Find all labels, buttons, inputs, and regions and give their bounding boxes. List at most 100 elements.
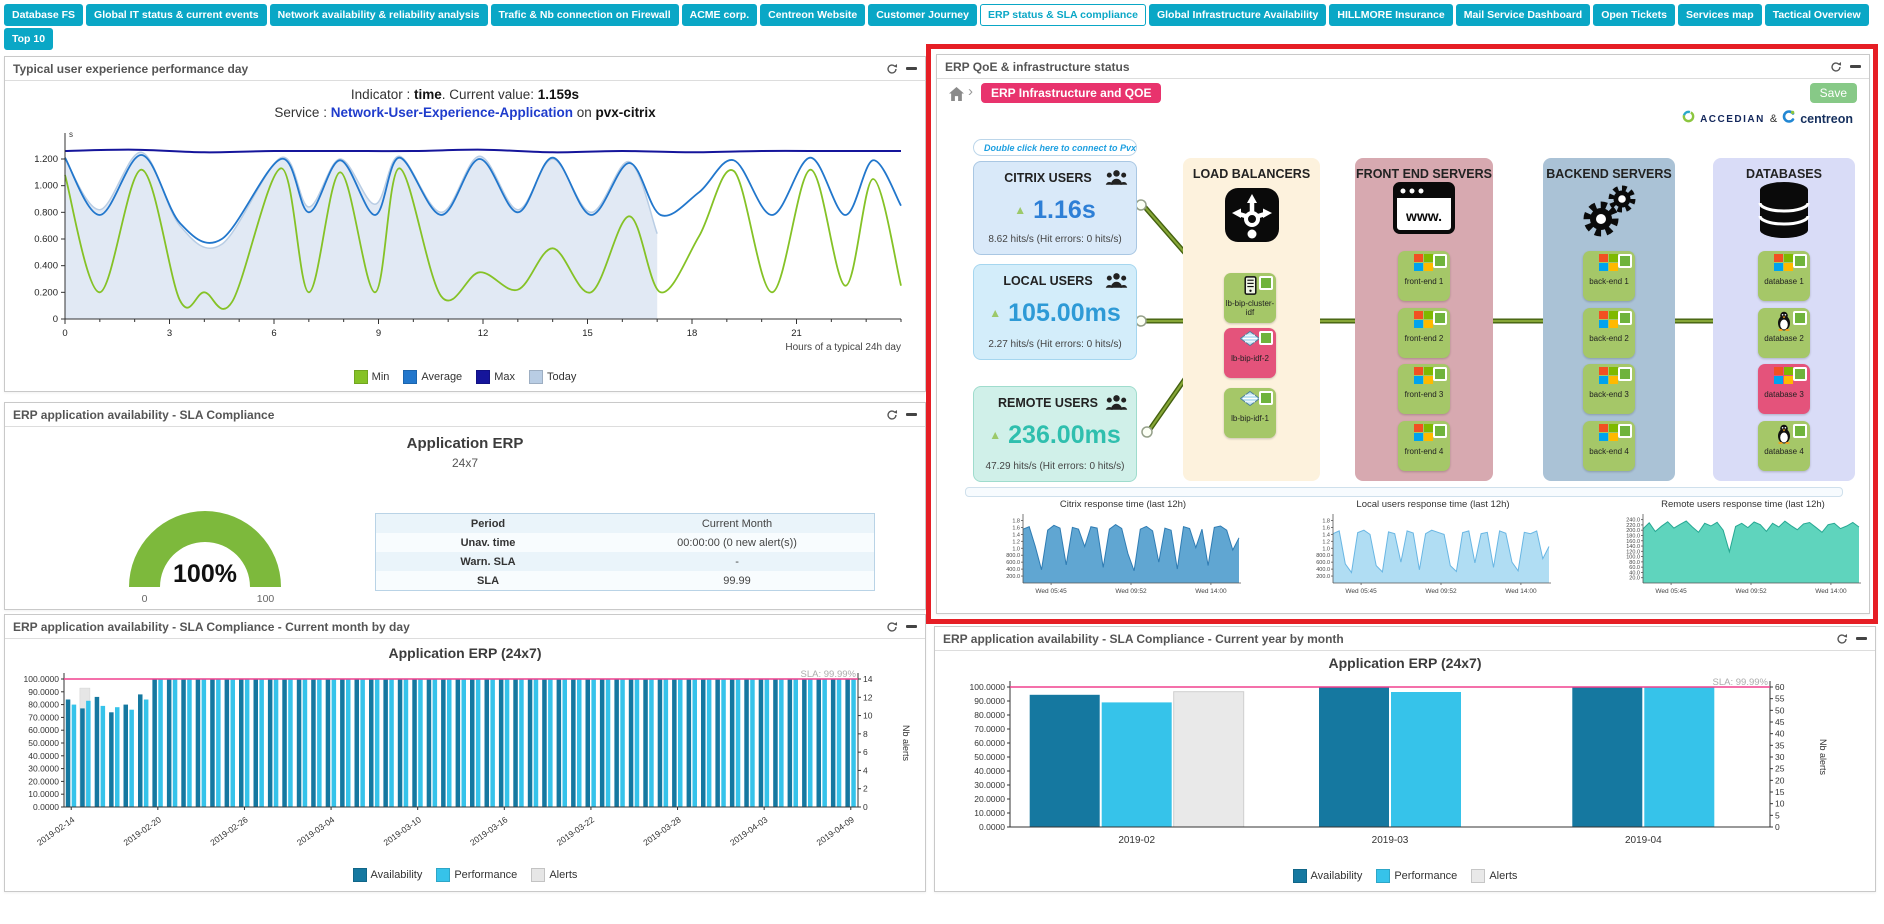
tab[interactable]: ERP status & SLA compliance <box>980 4 1146 26</box>
status-ok-icon <box>1259 391 1273 405</box>
panel-header: Typical user experience performance day <box>5 57 925 81</box>
user-group-box[interactable]: REMOTE USERS▲236.00ms47.29 hits/s (Hit e… <box>973 386 1137 482</box>
infra-node[interactable]: lb-bip-idf-1 <box>1224 388 1276 438</box>
node-label: database 1 <box>1759 277 1809 286</box>
refresh-icon[interactable] <box>1830 61 1842 73</box>
status-ok-icon <box>1618 367 1632 381</box>
node-label: front-end 4 <box>1399 447 1449 456</box>
tab[interactable]: Mail Service Dashboard <box>1456 4 1590 26</box>
hits-rate-label: 8.62 hits/s (Hit errors: 0 hits/s) <box>974 234 1136 245</box>
svg-text:0.200: 0.200 <box>34 287 58 298</box>
typical-day-legend: MinAverageMaxToday <box>5 370 925 384</box>
legend-item: Average <box>403 370 462 384</box>
service-line: Service : Network-User-Experience-Applic… <box>5 105 925 120</box>
trend-up-icon: ▲ <box>989 428 1001 442</box>
infra-node[interactable]: back-end 3 <box>1583 364 1635 414</box>
infra-node[interactable]: database 4 <box>1758 421 1810 471</box>
status-ok-icon <box>1259 331 1273 345</box>
indicator-value: 1.159s <box>538 87 579 102</box>
refresh-icon[interactable] <box>886 409 898 421</box>
svg-text:10: 10 <box>1775 799 1785 809</box>
svg-text:2019-02: 2019-02 <box>1118 835 1155 846</box>
panel-header-icons <box>886 409 917 421</box>
status-ok-icon <box>1793 311 1807 325</box>
legend-item: Performance <box>436 868 517 882</box>
infra-node[interactable]: back-end 1 <box>1583 251 1635 301</box>
infra-node[interactable]: database 1 <box>1758 251 1810 301</box>
svg-text:60: 60 <box>1775 682 1785 692</box>
infra-node[interactable]: back-end 2 <box>1583 308 1635 358</box>
tab[interactable]: Global Infrastructure Availability <box>1149 4 1326 26</box>
indicator-prefix: Indicator : <box>351 87 414 102</box>
service-link[interactable]: Network-User-Experience-Application <box>331 105 573 120</box>
infra-node[interactable]: database 2 <box>1758 308 1810 358</box>
tab[interactable]: Services map <box>1678 4 1762 26</box>
svg-text:0.600: 0.600 <box>34 234 58 245</box>
infra-node[interactable]: lb-bip-idf-2 <box>1224 328 1276 378</box>
panel-title: Typical user experience performance day <box>13 62 886 76</box>
svg-text:12: 12 <box>478 328 489 339</box>
status-ok-icon <box>1433 424 1447 438</box>
tab[interactable]: Open Tickets <box>1593 4 1675 26</box>
svg-text:80.0000: 80.0000 <box>28 700 59 710</box>
year-by-month-chart: 2019-022019-032019-040.000010.000020.000… <box>935 677 1873 859</box>
panel-header-icons <box>1830 61 1861 73</box>
infra-node[interactable]: front-end 1 <box>1398 251 1450 301</box>
infra-node[interactable]: lb-bip-cluster-idf <box>1224 273 1276 323</box>
svg-text:60.0000: 60.0000 <box>28 725 59 735</box>
tab[interactable]: Network availability & reliability analy… <box>270 4 488 26</box>
svg-text:Nb alerts: Nb alerts <box>1818 739 1828 776</box>
load-balancer-icon <box>1183 188 1320 247</box>
tab[interactable]: ACME corp. <box>682 4 758 26</box>
svg-text:40: 40 <box>1775 729 1785 739</box>
minimize-icon[interactable] <box>906 413 917 416</box>
indicator-name: time <box>414 87 442 102</box>
svg-text:1.200: 1.200 <box>34 154 58 165</box>
panel-header: ERP application availability - SLA Compl… <box>5 615 925 639</box>
svg-text:2019-02-14: 2019-02-14 <box>35 814 77 847</box>
infra-node[interactable]: back-end 4 <box>1583 421 1635 471</box>
minimize-icon[interactable] <box>906 67 917 70</box>
svg-text:90.0000: 90.0000 <box>28 687 59 697</box>
refresh-icon[interactable] <box>1836 633 1848 645</box>
minimize-icon[interactable] <box>906 625 917 628</box>
tab-row-2: Top 10 <box>4 28 1882 50</box>
status-ok-icon <box>1793 424 1807 438</box>
legend-item: Min <box>354 370 390 384</box>
refresh-icon[interactable] <box>886 63 898 75</box>
user-group-box[interactable]: LOCAL USERS▲105.00ms2.27 hits/s (Hit err… <box>973 264 1137 360</box>
panel-header-icons <box>886 63 917 75</box>
legend-item: Availability <box>353 868 423 882</box>
svg-text:55: 55 <box>1775 694 1785 704</box>
minimize-icon[interactable] <box>1856 637 1867 640</box>
svg-text:70.0000: 70.0000 <box>974 724 1005 734</box>
tab[interactable]: Centreon Website <box>760 4 865 26</box>
svg-text:1.000: 1.000 <box>34 181 58 192</box>
svg-text:2019-03: 2019-03 <box>1372 835 1409 846</box>
infra-node[interactable]: database 3 <box>1758 364 1810 414</box>
tab[interactable]: Customer Journey <box>868 4 977 26</box>
status-ok-icon <box>1618 311 1632 325</box>
svg-text:0: 0 <box>863 802 868 812</box>
infra-node[interactable]: front-end 4 <box>1398 421 1450 471</box>
tab[interactable]: Tactical Overview <box>1765 4 1869 26</box>
infra-node[interactable]: front-end 2 <box>1398 308 1450 358</box>
svg-text:s: s <box>69 130 73 139</box>
infra-node[interactable]: front-end 3 <box>1398 364 1450 414</box>
svg-text:2019-03-04: 2019-03-04 <box>295 814 337 847</box>
tab[interactable]: HILLMORE Insurance <box>1329 4 1452 26</box>
panel-title: ERP application availability - SLA Compl… <box>13 620 886 634</box>
refresh-icon[interactable] <box>886 621 898 633</box>
column-title: FRONT END SERVERS <box>1355 158 1493 181</box>
svg-text:SLA: 99.99%: SLA: 99.99% <box>801 669 857 680</box>
user-group-box[interactable]: CITRIX USERS▲1.16s8.62 hits/s (Hit error… <box>973 161 1137 255</box>
tab[interactable]: Top 10 <box>4 28 53 50</box>
sla-table-row: Warn. SLA- <box>376 552 875 571</box>
minimize-icon[interactable] <box>1850 65 1861 68</box>
tab[interactable]: Global IT status & current events <box>86 4 267 26</box>
svg-text:2019-02-26: 2019-02-26 <box>208 814 250 847</box>
svg-text:2019-03-28: 2019-03-28 <box>641 814 683 847</box>
svg-text:50: 50 <box>1775 705 1785 715</box>
tab[interactable]: Database FS <box>4 4 83 26</box>
tab[interactable]: Trafic & Nb connection on Firewall <box>491 4 679 26</box>
